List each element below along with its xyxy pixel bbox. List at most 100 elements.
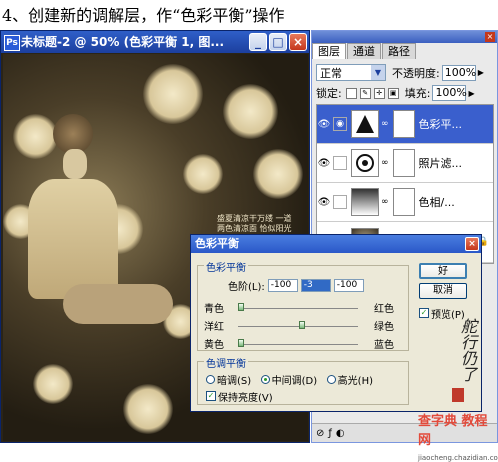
radio-shadows[interactable]: 暗调(S) — [206, 372, 251, 387]
layer-name[interactable]: 色相/... — [419, 194, 455, 210]
tab-layers[interactable]: 图层 — [312, 43, 346, 59]
add-mask-icon[interactable]: ◐ — [336, 428, 345, 439]
close-icon[interactable]: × — [485, 32, 495, 42]
hydrangea-bloom — [253, 149, 303, 199]
slider-thumb[interactable] — [299, 321, 305, 329]
radio-dot[interactable] — [326, 375, 336, 384]
maximize-button[interactable]: □ — [269, 33, 287, 51]
radio-label: 暗调(S) — [217, 376, 252, 387]
preserve-luminosity-row: ✓ 保持亮度(V) — [206, 388, 273, 404]
lock-label: 锁定: — [316, 87, 342, 100]
slider-right-label: 红色 — [374, 304, 394, 315]
dialog-close-button[interactable]: × — [465, 237, 479, 251]
slider-left-label: 洋红 — [204, 322, 224, 333]
radio-dot[interactable] — [206, 375, 215, 384]
radio-dot[interactable] — [260, 375, 270, 384]
slider-yellow-blue[interactable]: 黄色 蓝色 — [204, 336, 394, 351]
lock-all-icon[interactable]: ▣ — [387, 87, 399, 99]
level-input-cyan-red[interactable]: -100 — [267, 279, 298, 292]
slider-thumb[interactable] — [238, 303, 244, 311]
slider-thumb[interactable] — [238, 339, 244, 347]
red-seal — [452, 388, 464, 402]
hydrangea-bloom — [183, 154, 223, 194]
level-input-magenta-green[interactable]: -3 — [300, 279, 331, 292]
slider-track[interactable] — [238, 308, 358, 309]
levels-row: 色阶(L): -100 -3 -100 — [228, 278, 364, 293]
tab-channels[interactable]: 通道 — [347, 43, 381, 59]
checkbox-box[interactable]: ✓ — [419, 308, 429, 318]
slider-cyan-red[interactable]: 青色 红色 — [204, 300, 394, 315]
lock-image-icon[interactable]: ✎ — [359, 87, 371, 99]
page-heading: 4、创建新的调解层，作“色彩平衡”操作 — [2, 6, 285, 25]
layer-name[interactable]: 色彩平... — [419, 116, 463, 132]
photo-filter-icon — [351, 149, 379, 177]
lock-icons: ✎ ✛ ▣ — [345, 87, 399, 99]
figure-face — [63, 149, 87, 179]
document-title: 未标题-2 @ 50% (色彩平衡 1, 图... — [21, 35, 225, 49]
panel-title-bar[interactable]: × — [312, 31, 497, 43]
eye-icon[interactable]: 👁 — [317, 158, 331, 169]
layer-link-box[interactable] — [333, 156, 347, 170]
eye-icon[interactable]: 👁 — [317, 119, 331, 130]
slider-magenta-green[interactable]: 洋红 绿色 — [204, 318, 394, 333]
blend-opacity-row: 正常 ▼ 不透明度: 100% ▶ — [316, 64, 493, 81]
slider-right-label: 绿色 — [374, 322, 394, 333]
layer-name[interactable]: 照片滤... — [419, 155, 463, 171]
tab-paths[interactable]: 路径 — [382, 43, 416, 59]
color-balance-icon — [351, 110, 379, 138]
ok-button[interactable]: 好 — [419, 263, 467, 279]
blend-mode-select[interactable]: 正常 ▼ — [316, 64, 386, 81]
radio-label: 高光(H) — [337, 376, 373, 387]
color-balance-group-label: 色彩平衡 — [204, 259, 248, 274]
layer-style-icon[interactable]: ƒ — [328, 428, 332, 439]
layer-row-color-balance[interactable]: 👁 ◉ ∞ 色彩平... — [317, 105, 493, 144]
checkbox-box[interactable]: ✓ — [206, 391, 216, 401]
opacity-arrow-icon[interactable]: ▶ — [478, 68, 484, 77]
slider-track[interactable] — [238, 326, 358, 327]
tone-radios: 暗调(S) 中间调(D) 高光(H) — [206, 372, 379, 387]
panel-tabs: 图层 通道 路径 — [312, 43, 417, 59]
layer-row-hue-saturation[interactable]: 👁 ∞ 色相/... — [317, 183, 493, 222]
radio-midtones[interactable]: 中间调(D) — [260, 372, 318, 387]
layer-link-box[interactable]: ◉ — [333, 117, 347, 131]
link-layers-icon[interactable]: ⊘ — [316, 428, 324, 439]
hydrangea-bloom — [13, 114, 58, 159]
blend-mode-value: 正常 — [320, 66, 342, 80]
photoshop-doc-icon: Ps — [4, 35, 20, 51]
dialog-title-bar[interactable]: 色彩平衡 × — [191, 235, 481, 253]
fill-input[interactable]: 100% — [432, 85, 467, 101]
chain-icon: ∞ — [381, 158, 389, 168]
opacity-input[interactable]: 100% — [441, 64, 476, 81]
tone-balance-group-label: 色调平衡 — [204, 355, 248, 370]
hydrangea-bloom — [123, 384, 173, 434]
color-balance-dialog[interactable]: 色彩平衡 × 色彩平衡 色阶(L): -100 -3 -100 青色 红色 洋红… — [190, 234, 482, 412]
fill-arrow-icon[interactable]: ▶ — [468, 89, 474, 98]
radio-label: 中间调(D) — [271, 376, 318, 387]
close-button[interactable]: × — [289, 33, 307, 51]
figure-hat — [53, 114, 93, 154]
level-input-yellow-blue[interactable]: -100 — [333, 279, 364, 292]
lock-transparency-icon[interactable] — [345, 87, 357, 99]
slider-left-label: 黄色 — [204, 340, 224, 351]
cancel-button[interactable]: 取消 — [419, 283, 467, 299]
preserve-luminosity-checkbox[interactable]: ✓ 保持亮度(V) — [206, 389, 273, 404]
document-title-bar[interactable]: Ps 未标题-2 @ 50% (色彩平衡 1, 图... _ □ × — [1, 31, 309, 53]
site-watermark: 查字典 教程网 jiaocheng.chazidian.com — [418, 410, 498, 462]
minimize-button[interactable]: _ — [249, 33, 267, 51]
slider-right-label: 蓝色 — [374, 340, 394, 351]
slider-track[interactable] — [238, 344, 358, 345]
figure-coat — [28, 179, 118, 299]
layer-mask-thumb[interactable] — [392, 110, 415, 138]
radio-highlights[interactable]: 高光(H) — [326, 372, 373, 387]
layer-row-photo-filter[interactable]: 👁 ∞ 照片滤... — [317, 144, 493, 183]
layer-mask-thumb[interactable] — [392, 188, 415, 216]
checkbox-label: 保持亮度(V) — [218, 392, 273, 404]
layer-mask-thumb[interactable] — [392, 149, 415, 177]
dialog-title: 色彩平衡 — [195, 237, 239, 250]
chevron-down-icon: ▼ — [371, 65, 385, 80]
layer-link-box[interactable] — [333, 195, 347, 209]
figure-legs — [63, 284, 173, 324]
hydrangea-bloom — [33, 364, 73, 404]
lock-position-icon[interactable]: ✛ — [373, 87, 385, 99]
eye-icon[interactable]: 👁 — [317, 197, 331, 208]
